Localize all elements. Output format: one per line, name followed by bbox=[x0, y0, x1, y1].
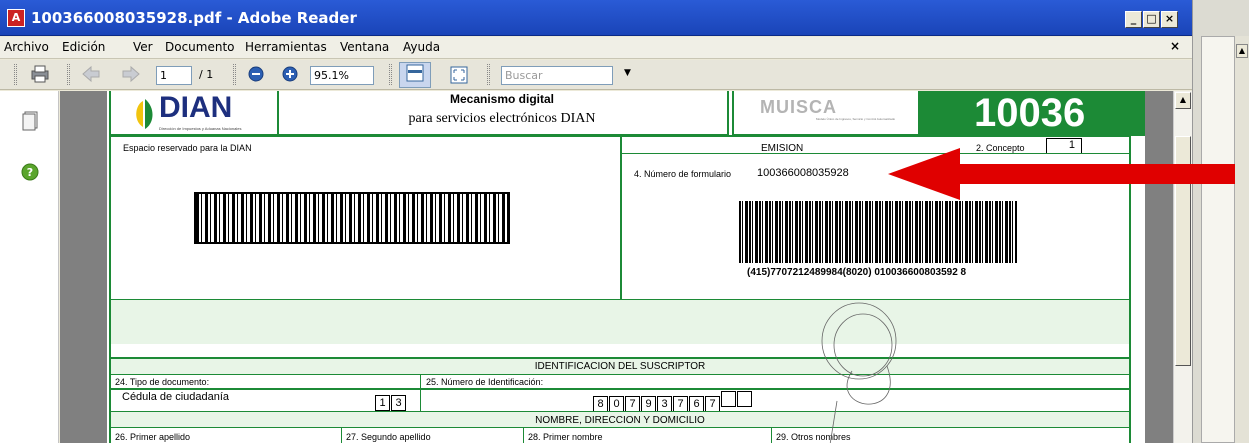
menu-documento[interactable]: Documento bbox=[165, 40, 235, 54]
toolbar: 1 / 1 95.1% Buscar ▼ bbox=[0, 60, 1192, 90]
pages-icon[interactable] bbox=[22, 111, 38, 135]
dian-logo-text: DIAN bbox=[159, 91, 233, 124]
id-digits: 80793767 bbox=[593, 391, 753, 412]
window-title: 100366008035928.pdf - Adobe Reader bbox=[31, 9, 357, 27]
page-number-input[interactable]: 1 bbox=[156, 66, 192, 85]
zoom-in-icon[interactable] bbox=[279, 65, 301, 85]
menu-archivo[interactable]: Archivo bbox=[4, 40, 49, 54]
form-number-label: 4. Número de formulario bbox=[634, 169, 732, 179]
muisca-logo-subtext: Modelo Único de Ingresos, Servicio y Con… bbox=[816, 117, 896, 121]
page-total: / 1 bbox=[199, 68, 214, 81]
minimize-button[interactable]: _ bbox=[1125, 11, 1142, 28]
id-digit: 6 bbox=[689, 396, 704, 412]
close-button[interactable]: × bbox=[1161, 11, 1178, 28]
suscriptor-header: IDENTIFICACION DEL SUSCRIPTOR bbox=[111, 359, 1129, 375]
fit-page-icon[interactable] bbox=[448, 65, 470, 85]
zoom-out-icon[interactable] bbox=[245, 65, 267, 85]
dian-logo-box: DIAN Dirección de Impuestos y Aduanas Na… bbox=[109, 91, 279, 136]
lower-green-band bbox=[111, 300, 1129, 344]
background-window-pane bbox=[1201, 36, 1235, 443]
dian-logo-icon bbox=[129, 97, 155, 131]
toolbar-grip[interactable] bbox=[233, 64, 236, 85]
dian-logo-subtext: Dirección de Impuestos y Aduanas Naciona… bbox=[159, 126, 242, 131]
cell-divider bbox=[523, 428, 524, 443]
navigation-pane: ? bbox=[0, 91, 59, 443]
menu-ayuda[interactable]: Ayuda bbox=[403, 40, 440, 54]
fit-width-icon[interactable] bbox=[399, 62, 431, 88]
id-digit: 0 bbox=[609, 396, 624, 412]
tipo-doc-digit: 3 bbox=[391, 395, 406, 411]
tipo-doc-label: 24. Tipo de documento: bbox=[115, 377, 210, 387]
svg-text:?: ? bbox=[27, 166, 33, 179]
muisca-logo-text: MUISCA bbox=[760, 97, 837, 117]
nombre1-label: 28. Primer nombre bbox=[528, 432, 603, 442]
tipo-doc-value: Cédula de ciudadanía bbox=[122, 391, 230, 403]
menu-edicion[interactable]: Edición bbox=[62, 40, 105, 54]
zoom-select[interactable]: 95.1% bbox=[310, 66, 374, 85]
id-divider bbox=[420, 375, 421, 411]
toolbar-grip[interactable] bbox=[389, 64, 392, 85]
background-scroll-up-icon[interactable]: ▲ bbox=[1236, 44, 1248, 58]
dian-2d-barcode bbox=[194, 192, 510, 244]
id-digit bbox=[721, 391, 736, 407]
header-line2: para servicios electrónicos DIAN bbox=[408, 111, 596, 126]
id-digit: 7 bbox=[625, 396, 640, 412]
cell-divider bbox=[341, 428, 342, 443]
form-number-value: 100366008035928 bbox=[757, 167, 849, 179]
toolbar-grip[interactable] bbox=[487, 64, 490, 85]
nombre-header: NOMBRE, DIRECCION Y DOMICILIO bbox=[111, 411, 1129, 428]
adobe-reader-window: A 100366008035928.pdf - Adobe Reader _ □… bbox=[0, 0, 1192, 443]
document-close-icon[interactable]: × bbox=[1170, 39, 1180, 53]
search-input[interactable]: Buscar bbox=[501, 66, 613, 85]
reserved-label: Espacio reservado para la DIAN bbox=[123, 143, 252, 153]
toolbar-grip[interactable] bbox=[67, 64, 70, 85]
print-icon[interactable] bbox=[29, 65, 51, 85]
toolbar-grip[interactable] bbox=[14, 64, 17, 85]
next-page-icon[interactable] bbox=[120, 65, 142, 85]
apellido1-label: 26. Primer apellido bbox=[115, 432, 191, 442]
watermark-seal bbox=[821, 302, 897, 443]
id-digit: 3 bbox=[657, 396, 672, 412]
header-title-box: Mecanismo digital para servicios electró… bbox=[277, 91, 729, 136]
id-digit: 9 bbox=[641, 396, 656, 412]
menu-bar: Archivo Edición Ver Documento Herramient… bbox=[0, 37, 1192, 59]
tipo-doc-code: 13 bbox=[375, 391, 407, 411]
cell-divider bbox=[771, 428, 772, 443]
pdf-icon: A bbox=[7, 9, 25, 27]
background-scrollbar[interactable]: ▲ bbox=[1235, 36, 1249, 443]
red-arrow-annotation bbox=[888, 148, 1235, 200]
menu-ventana[interactable]: Ventana bbox=[340, 40, 389, 54]
menu-herramientas[interactable]: Herramientas bbox=[245, 40, 327, 54]
id-digit: 7 bbox=[673, 396, 688, 412]
search-dropdown-icon[interactable]: ▼ bbox=[624, 68, 631, 78]
scroll-up-icon[interactable]: ▲ bbox=[1175, 92, 1191, 109]
apellido2-label: 27. Segundo apellido bbox=[346, 432, 431, 442]
previous-page-icon[interactable] bbox=[80, 65, 102, 85]
tipo-doc-digit: 1 bbox=[375, 395, 390, 411]
muisca-logo-box: MUISCA Modelo Único de Ingresos, Servici… bbox=[732, 91, 920, 136]
form-number-banner: 10036 bbox=[920, 91, 1145, 136]
header-line1: Mecanismo digital bbox=[449, 92, 555, 106]
id-digit: 7 bbox=[705, 396, 720, 412]
gs1-barcode bbox=[739, 201, 1017, 263]
form-number-big: 10036 bbox=[974, 91, 1086, 135]
title-bar: A 100366008035928.pdf - Adobe Reader _ □… bbox=[0, 0, 1192, 36]
help-icon[interactable]: ? bbox=[21, 163, 39, 185]
id-digit: 8 bbox=[593, 396, 608, 412]
menu-ver[interactable]: Ver bbox=[133, 40, 153, 54]
id-label: 25. Número de Identificación: bbox=[426, 377, 544, 387]
maximize-button[interactable]: □ bbox=[1143, 11, 1160, 28]
id-digit bbox=[737, 391, 752, 407]
